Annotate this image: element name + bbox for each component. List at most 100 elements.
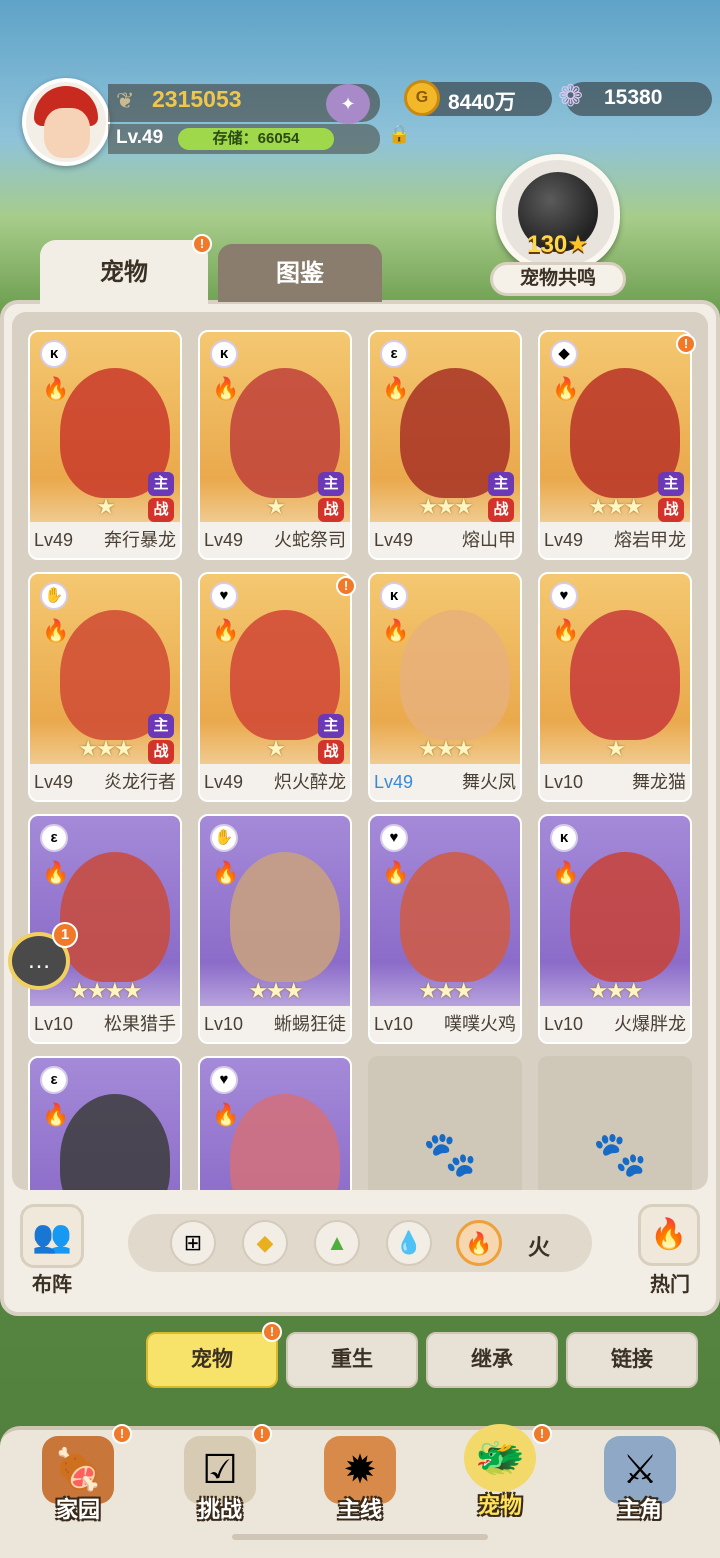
pet-name: 蜥蜴狂徒 bbox=[274, 1014, 346, 1034]
fire-element-icon: 🔥 bbox=[552, 618, 580, 643]
tab-pets[interactable]: 宠物 bbox=[40, 240, 208, 310]
storage-bar: 存储：66054 bbox=[178, 128, 334, 150]
tab-codex[interactable]: 图鉴 bbox=[218, 244, 382, 302]
pet-stars: ★ bbox=[266, 494, 286, 519]
nav-pets-alert-dot: ! bbox=[532, 1424, 552, 1444]
chat-unread-badge: 1 bbox=[52, 922, 78, 948]
pet-name: 熔岩甲龙 bbox=[614, 530, 686, 550]
filter-water-drop-icon[interactable]: 💧 bbox=[386, 1220, 432, 1266]
pet-card[interactable]: ε 🔥 ★★★★ Lv10 松果猎手 bbox=[28, 814, 182, 1044]
pet-level: Lv49 bbox=[374, 530, 414, 550]
nav-home-alert-dot: ! bbox=[112, 1424, 132, 1444]
pet-level: Lv10 bbox=[374, 1014, 414, 1034]
pet-card[interactable]: ✋ 🔥 ★★★ Lv10 蜥蜴狂徒 bbox=[198, 814, 352, 1044]
fire-element-icon: 🔥 bbox=[42, 860, 70, 885]
pet-stars: ★★★ bbox=[418, 736, 473, 761]
nav-challenge[interactable]: ☑ 挑战 bbox=[160, 1432, 280, 1532]
pet-card[interactable]: κ 🔥 主战 ★ Lv49 火蛇祭司 bbox=[198, 330, 352, 560]
nav-hero[interactable]: ⚔ 主角 bbox=[580, 1432, 700, 1532]
pet-card[interactable]: κ 🔥 ★★★ Lv49 舞火凤 bbox=[368, 572, 522, 802]
fire-element-icon: 🔥 bbox=[552, 860, 580, 885]
lock-icon[interactable]: 🔒 bbox=[388, 124, 410, 150]
nav-main-quest-label: 主线 bbox=[337, 1497, 382, 1522]
subtab-pets[interactable]: 宠物 bbox=[146, 1332, 278, 1388]
main-badge: 主 bbox=[318, 714, 344, 738]
tab-pets-alert-dot: ! bbox=[192, 234, 212, 254]
pet-portrait bbox=[400, 852, 510, 982]
pet-name-row: Lv10 噗噗火鸡 bbox=[370, 1006, 520, 1042]
pet-stars: ★★★ bbox=[418, 494, 473, 519]
pet-level: Lv49 bbox=[374, 772, 414, 792]
pet-stars: ★ bbox=[266, 736, 286, 761]
pet-resonance-button[interactable]: 130★ 宠物共鸣 bbox=[488, 150, 628, 300]
subtab-pets-alert-dot: ! bbox=[262, 1322, 282, 1342]
pet-card[interactable]: ε 🔥 bbox=[28, 1056, 182, 1190]
pet-name-row: Lv49 熔岩甲龙 bbox=[540, 522, 690, 558]
pet-level: Lv10 bbox=[544, 1014, 584, 1034]
filter-gold-rock-icon[interactable]: ◆ bbox=[242, 1220, 288, 1266]
pet-level: Lv10 bbox=[34, 1014, 74, 1034]
wings-icon: ❦ bbox=[116, 88, 135, 113]
pet-level: Lv49 bbox=[34, 530, 74, 550]
fire-element-icon: 🔥 bbox=[552, 376, 580, 401]
pet-stars: ★ bbox=[606, 736, 626, 761]
pet-name: 噗噗火鸡 bbox=[444, 1014, 516, 1034]
pet-name: 火爆胖龙 bbox=[614, 1014, 686, 1034]
gold-value: 8440万 bbox=[448, 91, 516, 114]
pet-grid: κ 🔥 主战 ★ Lv49 奔行暴龙 κ 🔥 主战 ★ Lv49 火蛇祭司 ε 🔥 主战 ★★★ Lv49 熔山甲… bbox=[12, 312, 708, 1190]
fire-element-icon: 🔥 bbox=[212, 618, 240, 643]
pet-card[interactable]: κ 🔥 ★★★ Lv10 火爆胖龙 bbox=[538, 814, 692, 1044]
pet-type-icon: ✋ bbox=[210, 824, 238, 852]
pet-type-icon: κ bbox=[210, 340, 238, 368]
bone-icon[interactable]: ✦ bbox=[326, 84, 370, 124]
pet-card[interactable]: ♥ 🔥 ★ Lv10 舞龙猫 bbox=[538, 572, 692, 802]
pet-type-icon: ♥ bbox=[550, 582, 578, 610]
subtab-inherit[interactable]: 继承 bbox=[426, 1332, 558, 1388]
hot-sort-label: 热门 bbox=[650, 1274, 690, 1296]
hot-sort-button[interactable]: 🔥 bbox=[638, 1204, 700, 1266]
pet-card[interactable]: ♥ 🔥 ★★★ Lv10 噗噗火鸡 bbox=[368, 814, 522, 1044]
pet-level: Lv49 bbox=[34, 772, 74, 792]
filter-fire-icon[interactable]: 🔥 bbox=[456, 1220, 502, 1266]
pet-card[interactable]: κ 🔥 主战 ★ Lv49 奔行暴龙 bbox=[28, 330, 182, 560]
pet-type-icon: ◆ bbox=[550, 340, 578, 368]
pet-card[interactable]: ♥ 🔥 主战 ★ Lv49 炽火醉龙 bbox=[198, 572, 352, 802]
fire-element-icon: 🔥 bbox=[382, 618, 410, 643]
pet-dragon-icon: 🐲 bbox=[464, 1424, 536, 1492]
pet-level: Lv10 bbox=[544, 772, 584, 792]
pet-card[interactable]: ♥ 🔥 bbox=[198, 1056, 352, 1190]
player-avatar[interactable] bbox=[22, 78, 110, 166]
nav-challenge-label: 挑战 bbox=[197, 1497, 242, 1522]
empty-pet-slot: 🐾 bbox=[368, 1056, 522, 1190]
pet-card[interactable]: ◆ 🔥 主战 ★★★ Lv49 熔岩甲龙 bbox=[538, 330, 692, 560]
pet-name: 松果猎手 bbox=[104, 1014, 176, 1034]
main-badge: 主 bbox=[148, 714, 174, 738]
subtab-rebirth[interactable]: 重生 bbox=[286, 1332, 418, 1388]
pet-name: 舞龙猫 bbox=[632, 772, 686, 792]
pet-name-row: Lv49 奔行暴龙 bbox=[30, 522, 180, 558]
pet-name-row: Lv10 舞龙猫 bbox=[540, 764, 690, 800]
resonance-count: 130★ bbox=[527, 231, 589, 258]
pet-name-row: Lv10 蜥蜴狂徒 bbox=[200, 1006, 350, 1042]
nav-home[interactable]: 🍖 家园 bbox=[18, 1432, 138, 1532]
pet-card[interactable]: ✋ 🔥 主战 ★★★ Lv49 炎龙行者 bbox=[28, 572, 182, 802]
pet-type-icon: ε bbox=[40, 824, 68, 852]
subtab-link[interactable]: 链接 bbox=[566, 1332, 698, 1388]
pet-name-row: Lv49 炎龙行者 bbox=[30, 764, 180, 800]
main-badge: 主 bbox=[318, 472, 344, 496]
filter-mountain-icon[interactable]: ▲ bbox=[314, 1220, 360, 1266]
fire-element-icon: 🔥 bbox=[212, 1102, 240, 1127]
pet-level: Lv49 bbox=[204, 530, 244, 550]
filter-all-icon[interactable]: ⊞ bbox=[170, 1220, 216, 1266]
pet-name: 炎龙行者 bbox=[104, 772, 176, 792]
main-badge: 主 bbox=[148, 472, 174, 496]
pet-stars: ★ bbox=[96, 494, 116, 519]
pet-card[interactable]: ε 🔥 主战 ★★★ Lv49 熔山甲 bbox=[368, 330, 522, 560]
pet-type-icon: ♥ bbox=[210, 1066, 238, 1094]
home-indicator bbox=[232, 1534, 488, 1540]
pet-type-icon: κ bbox=[40, 340, 68, 368]
pet-name: 奔行暴龙 bbox=[104, 530, 176, 550]
pet-level: Lv49 bbox=[544, 530, 584, 550]
formation-button[interactable]: 👥 bbox=[20, 1204, 84, 1268]
nav-main-quest[interactable]: ✹ 主线 bbox=[300, 1432, 420, 1532]
